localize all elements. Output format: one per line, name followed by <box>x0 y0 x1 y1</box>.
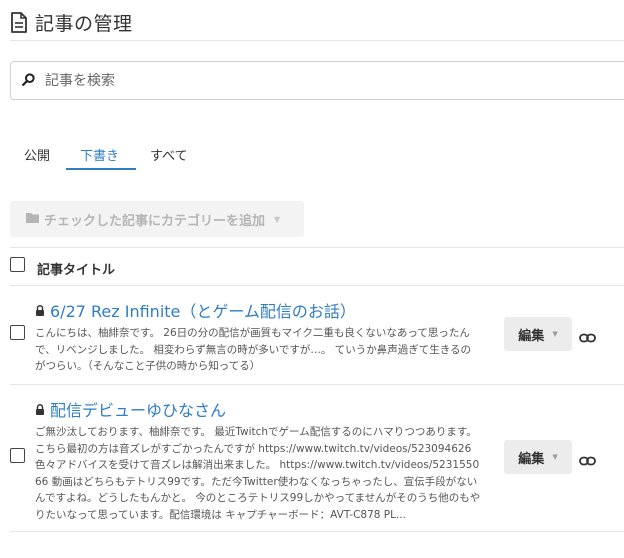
chevron-down-icon: ▼ <box>552 330 558 338</box>
edit-button[interactable]: 編集 ▼ <box>504 317 572 351</box>
divider <box>10 285 624 286</box>
status-tabs: 公開 下書き すべて <box>10 141 196 170</box>
tab-drafts[interactable]: 下書き <box>66 141 136 170</box>
chevron-down-icon: ▼ <box>552 453 558 461</box>
entry-title-row: 配信デビューゆひなさん <box>35 397 226 421</box>
entry-title-row: 6/27 Rez Infinite（とゲーム配信のお話） <box>35 298 356 322</box>
lock-icon <box>35 400 50 419</box>
entry-checkbox[interactable] <box>10 448 25 463</box>
edit-button-label: 編集 <box>518 328 545 344</box>
entry-checkbox[interactable] <box>10 325 25 340</box>
page-header: 記事の管理 <box>10 8 133 36</box>
divider <box>10 247 624 248</box>
document-icon <box>10 11 27 33</box>
add-category-label: チェックした記事にカテゴリーを追加 <box>44 213 266 229</box>
select-all-checkbox[interactable] <box>10 257 25 272</box>
lock-icon <box>35 301 50 320</box>
divider <box>10 531 624 532</box>
entry-title-link[interactable]: 配信デビューゆひなさん <box>50 397 226 421</box>
page-title: 記事の管理 <box>35 12 133 35</box>
tab-all[interactable]: すべて <box>136 141 196 170</box>
edit-button-label: 編集 <box>518 451 545 467</box>
header-divider <box>10 40 624 41</box>
search-box[interactable] <box>10 61 624 100</box>
column-header-title: 記事タイトル <box>37 263 116 278</box>
divider <box>10 384 624 385</box>
folder-icon <box>26 212 39 227</box>
tab-published[interactable]: 公開 <box>10 141 66 170</box>
entry-title-link[interactable]: 6/27 Rez Infinite（とゲーム配信のお話） <box>50 298 356 322</box>
chevron-down-icon: ▼ <box>274 214 281 224</box>
edit-button[interactable]: 編集 ▼ <box>504 440 572 474</box>
entry-excerpt: こんにちは、柚緋奈です。 26日の分の配信が画質もマイク二重も良くないなあって思… <box>35 327 472 372</box>
link-icon[interactable] <box>579 451 596 470</box>
link-icon[interactable] <box>579 328 596 347</box>
add-category-button[interactable]: チェックした記事にカテゴリーを追加 ▼ <box>10 201 304 237</box>
entry-excerpt: ご無沙汰しております、柚緋奈です。 最近Twitchでゲーム配信するのにハマりつ… <box>35 426 481 521</box>
search-input[interactable] <box>45 72 565 89</box>
search-icon <box>11 71 35 90</box>
